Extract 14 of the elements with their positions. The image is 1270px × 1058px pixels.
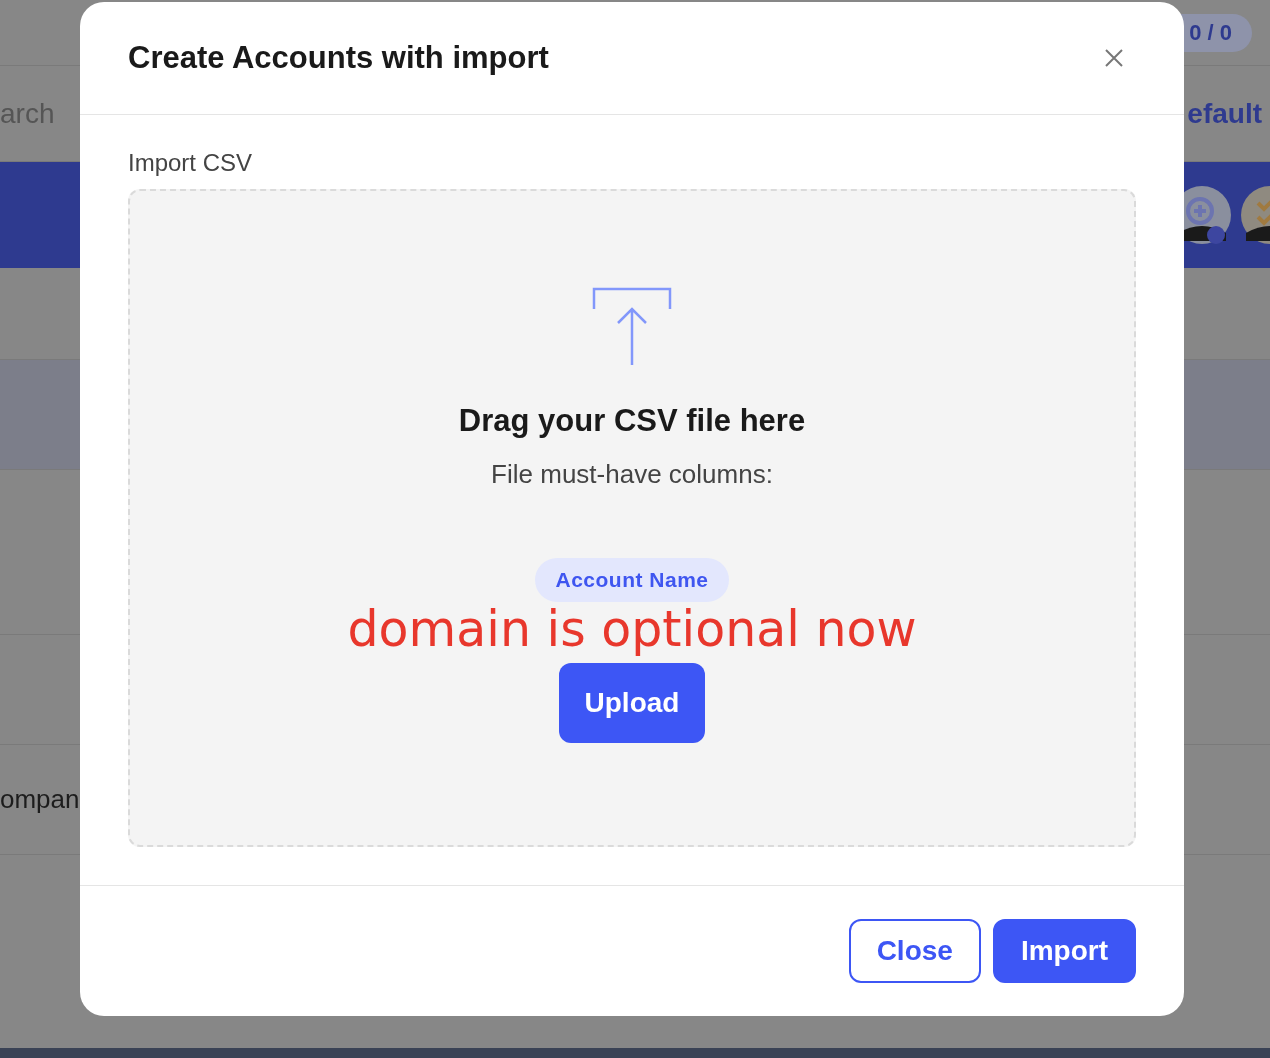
upload-icon [592,287,672,365]
column-tag: Account Name [535,558,729,602]
close-button[interactable]: Close [848,919,981,983]
dropzone-subheading: File must-have columns: [491,459,773,490]
file-dropzone[interactable]: Drag your CSV file here File must-have columns: Account Name domain is optional now Upload [128,189,1136,847]
import-button[interactable]: Import [992,919,1136,983]
table-cell: ompan [0,784,80,815]
field-label: Import CSV [128,149,254,177]
dialog-title: Create Accounts with import [128,40,549,76]
annotation-text: domain is optional now [347,604,917,656]
close-icon[interactable] [1104,48,1124,68]
dropzone-heading: Drag your CSV file here [458,403,806,439]
upload-button[interactable]: Upload [558,663,706,744]
view-link[interactable]: efault [1187,97,1262,130]
